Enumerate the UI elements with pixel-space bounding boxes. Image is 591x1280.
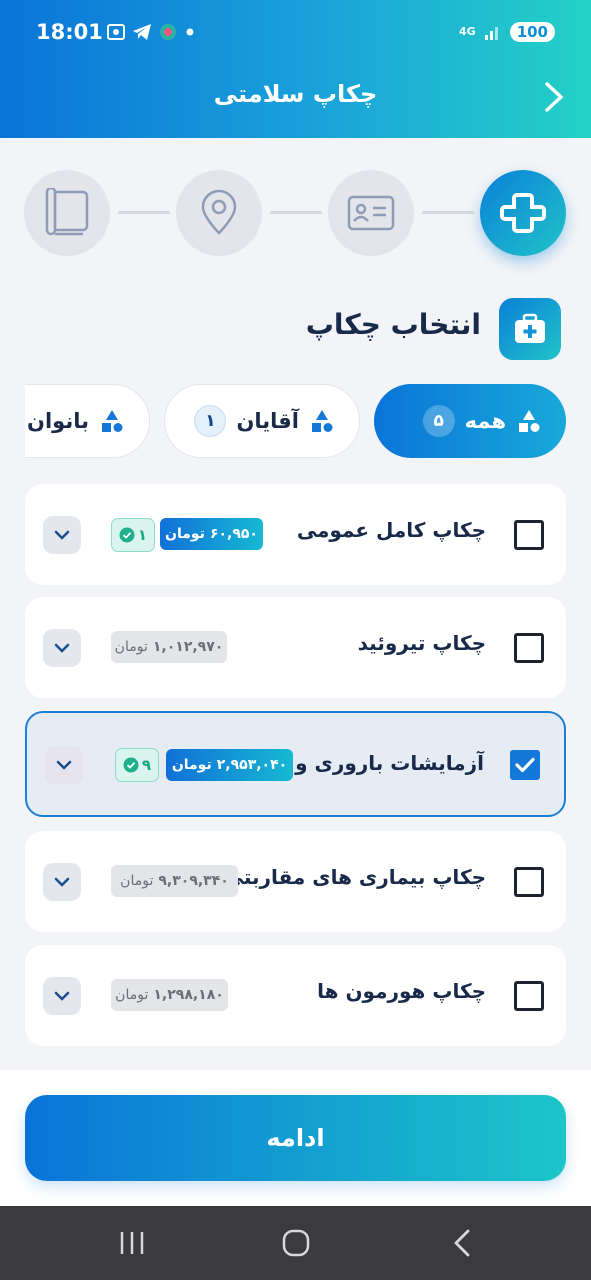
price-unit: تومان	[114, 639, 148, 655]
medical-kit-icon	[515, 313, 545, 343]
verified-badge: ۹	[115, 748, 159, 782]
verified-badge: ۱	[111, 518, 155, 552]
medical-cross-icon	[500, 193, 546, 233]
step-medical[interactable]	[480, 170, 566, 256]
tab-all-count: ۵	[422, 405, 455, 437]
checkup-card[interactable]: چکاپ کامل عمومی ۶۰,۹۵۰ تومان ۱	[25, 484, 566, 585]
notification-icons	[106, 22, 196, 42]
section-title: انتخاب چکاپ	[305, 308, 481, 341]
price-amount: ۶۰,۹۵۰	[209, 526, 258, 542]
tab-men[interactable]: آقایان ۱	[164, 384, 360, 458]
chevron-down-icon	[54, 643, 70, 653]
telegram-icon	[133, 24, 151, 40]
expand-button[interactable]	[43, 863, 81, 901]
check-circle-icon	[119, 527, 135, 543]
signal-icon	[484, 27, 498, 40]
tab-women-label: بانوان	[27, 409, 89, 433]
price-tag: ۱,۰۱۲,۹۷۰ تومان	[111, 631, 227, 663]
check-circle-icon	[123, 757, 139, 773]
chevron-down-icon	[56, 760, 72, 770]
back-icon[interactable]	[442, 1226, 482, 1260]
expand-button[interactable]	[43, 516, 81, 554]
expand-button[interactable]	[43, 629, 81, 667]
checkup-checkbox[interactable]	[514, 867, 544, 897]
back-chevron-icon[interactable]	[539, 80, 569, 114]
battery-level: 100	[509, 22, 555, 42]
step-connector	[118, 211, 170, 214]
system-nav-bar	[0, 1206, 591, 1280]
price-amount: ۱,۲۹۸,۱۸۰	[153, 987, 224, 1003]
price-tag: ۶۰,۹۵۰ تومان	[160, 518, 263, 550]
shapes-icon	[519, 410, 540, 432]
checkup-card-selected[interactable]: آزمایشات باروری و ... ۲,۹۵۳,۰۴۰ تومان ۹	[25, 711, 566, 817]
screenshot-icon	[107, 24, 125, 40]
tab-all-label: همه	[464, 409, 506, 433]
checkup-name: چکاپ کامل عمومی	[296, 518, 486, 542]
document-icon	[45, 188, 89, 236]
checkmark-icon	[515, 757, 535, 773]
checkup-card[interactable]: چکاپ تیروئید ۱,۰۱۲,۹۷۰ تومان	[25, 597, 566, 698]
chevron-down-icon	[54, 877, 70, 887]
app-header: 18:01 4G 100 چکاپ سلامتی	[0, 0, 591, 138]
id-card-icon	[347, 195, 395, 231]
checkup-name: آزمایشات باروری و ...	[265, 751, 484, 775]
page-title: چکاپ سلامتی	[213, 80, 378, 108]
price-amount: ۹,۳۰۹,۳۴۰	[158, 873, 229, 889]
chevron-down-icon	[54, 530, 70, 540]
price-unit: تومان	[115, 987, 149, 1003]
price-unit: تومان	[171, 757, 212, 773]
shapes-icon	[102, 410, 123, 432]
checkup-card[interactable]: چکاپ هورمون ها ۱,۲۹۸,۱۸۰ تومان	[25, 945, 566, 1046]
tab-men-label: آقایان	[236, 409, 299, 433]
step-connector	[270, 211, 322, 214]
expand-button[interactable]	[43, 977, 81, 1015]
checkup-checkbox[interactable]	[514, 520, 544, 550]
price-amount: ۱,۰۱۲,۹۷۰	[152, 639, 224, 655]
network-type: 4G	[459, 25, 476, 38]
price-tag: ۹,۳۰۹,۳۴۰ تومان	[111, 865, 238, 897]
home-icon[interactable]	[276, 1226, 316, 1260]
step-identity[interactable]	[328, 170, 414, 256]
continue-button[interactable]: ادامه	[25, 1095, 566, 1181]
filter-tabs: همه ۵ آقایان ۱ بانوان	[25, 384, 566, 460]
price-unit: تومان	[120, 873, 154, 889]
price-amount: ۲,۹۵۳,۰۴۰	[216, 757, 288, 773]
price-unit: تومان	[165, 526, 205, 542]
section-icon	[499, 298, 561, 360]
tab-women[interactable]: بانوان	[25, 384, 150, 458]
status-bar: 18:01 4G 100	[36, 18, 555, 50]
price-tag: ۲,۹۵۳,۰۴۰ تومان	[166, 749, 293, 781]
badge-count: ۱	[137, 526, 148, 544]
checkup-name: چکاپ بیماری های مقاربتی	[223, 865, 486, 889]
step-connector	[422, 211, 474, 214]
system-status-icons: 4G 100	[459, 22, 555, 42]
checkup-card[interactable]: چکاپ بیماری های مقاربتی ۹,۳۰۹,۳۴۰ تومان	[25, 831, 566, 932]
price-tag: ۱,۲۹۸,۱۸۰ تومان	[111, 979, 228, 1011]
status-time: 18:01	[36, 20, 103, 44]
chevron-down-icon	[54, 991, 70, 1001]
checkup-name: چکاپ هورمون ها	[317, 979, 486, 1003]
checkup-checkbox-checked[interactable]	[510, 750, 540, 780]
expand-button[interactable]	[45, 746, 83, 784]
location-pin-icon	[201, 189, 237, 235]
checkup-checkbox[interactable]	[514, 981, 544, 1011]
checkup-checkbox[interactable]	[514, 633, 544, 663]
tab-men-count: ۱	[194, 405, 227, 437]
tab-all[interactable]: همه ۵	[374, 384, 566, 458]
dot-icon	[186, 28, 194, 36]
checkup-name: چکاپ تیروئید	[357, 631, 486, 655]
app-notification-icon	[160, 24, 176, 40]
step-review[interactable]	[24, 170, 110, 256]
badge-count: ۹	[141, 756, 152, 774]
step-location[interactable]	[176, 170, 262, 256]
recent-apps-icon[interactable]	[112, 1226, 152, 1260]
shapes-icon	[312, 410, 333, 432]
